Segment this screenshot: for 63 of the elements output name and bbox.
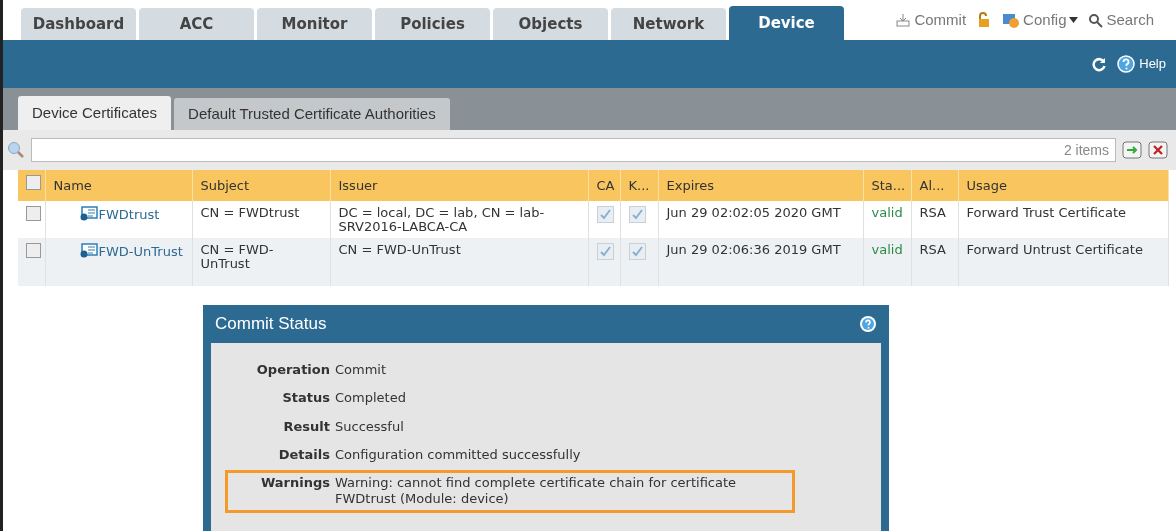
table-cell: RSA bbox=[911, 238, 958, 287]
nav-tab[interactable]: Device bbox=[729, 6, 844, 40]
column-header[interactable]: CA bbox=[588, 170, 620, 201]
column-header[interactable]: Issuer bbox=[330, 170, 588, 201]
column-header[interactable]: Name bbox=[45, 170, 192, 201]
item-count: 2 items bbox=[1063, 140, 1109, 160]
certificate-link[interactable]: FWDtrust bbox=[98, 207, 160, 222]
table-cell: valid bbox=[863, 238, 911, 287]
field-value: Completed bbox=[335, 390, 406, 407]
row-checkbox[interactable] bbox=[26, 243, 41, 259]
field-value: Configuration committed successfully bbox=[335, 446, 581, 463]
certificate-icon bbox=[79, 206, 98, 222]
field-value: Warning: cannot find complete certificate chain for certificate FWDtrust (Module: device) bbox=[335, 475, 738, 508]
table-cell: CN = FWD-UnTrust bbox=[192, 238, 330, 287]
nav-tab[interactable]: Dashboard bbox=[21, 8, 136, 40]
nav-tab[interactable]: Objects bbox=[493, 8, 608, 40]
clear-filter-button[interactable] bbox=[1148, 141, 1168, 159]
table-cell: valid bbox=[863, 201, 911, 239]
field-label: Warnings bbox=[259, 475, 330, 492]
search-link[interactable]: Search bbox=[1088, 8, 1154, 32]
apply-filter-button[interactable] bbox=[1122, 141, 1142, 159]
commit-link[interactable]: Commit bbox=[895, 8, 967, 32]
download-icon bbox=[895, 12, 912, 28]
column-header[interactable]: Usage bbox=[958, 170, 1168, 201]
select-all-checkbox[interactable] bbox=[26, 175, 41, 191]
magnifier-icon bbox=[7, 141, 25, 159]
column-header[interactable]: Subject bbox=[192, 170, 330, 201]
help-icon bbox=[1117, 55, 1136, 73]
nav-tab[interactable]: Monitor bbox=[257, 8, 372, 40]
table-cell: RSA bbox=[911, 201, 958, 239]
table-cell: DC = local, DC = lab, CN = lab-SRV2016-LABCA-CA bbox=[330, 201, 588, 239]
table-cell: CN = FWD-UnTrust bbox=[330, 238, 588, 287]
row-checkbox[interactable] bbox=[26, 206, 41, 221]
field-value: Successful bbox=[335, 418, 404, 435]
field-label: Result bbox=[282, 418, 330, 435]
nav-tab[interactable]: ACC bbox=[139, 8, 254, 40]
field-label: Status bbox=[281, 390, 330, 407]
refresh-icon[interactable] bbox=[1091, 56, 1108, 72]
sub-tab[interactable]: Device Certificates bbox=[18, 96, 172, 130]
field-label: Operation bbox=[255, 362, 330, 379]
column-header[interactable]: Sta... bbox=[863, 170, 911, 201]
column-header[interactable]: Expires bbox=[658, 170, 863, 201]
search-icon bbox=[1088, 12, 1104, 28]
nav-tab[interactable]: Network bbox=[611, 8, 726, 40]
certificate-icon bbox=[79, 243, 98, 260]
config-menu[interactable]: Config bbox=[1002, 8, 1079, 32]
field-value: Commit bbox=[335, 362, 387, 379]
filter-field[interactable]: 2 items bbox=[31, 138, 1116, 162]
table-cell: Forward Untrust Certificate bbox=[958, 238, 1168, 287]
nav-tab[interactable]: Policies bbox=[375, 8, 490, 40]
table-cell: Forward Trust Certificate bbox=[958, 201, 1168, 239]
table-cell: Jun 29 02:06:36 2019 GMT bbox=[658, 238, 863, 287]
table-cell: CN = FWDtrust bbox=[192, 201, 330, 239]
dialog-title: Commit Status bbox=[215, 313, 327, 336]
table-cell: Jun 29 02:02:05 2020 GMT bbox=[658, 201, 863, 239]
sub-tab[interactable]: Default Trusted Certificate Authorities bbox=[174, 98, 450, 130]
column-header[interactable]: K... bbox=[620, 170, 658, 201]
help-icon[interactable] bbox=[859, 315, 877, 333]
certificate-link[interactable]: FWD-UnTrust bbox=[98, 244, 183, 260]
field-label: Details bbox=[277, 446, 330, 463]
help-button[interactable]: Help bbox=[1117, 54, 1166, 74]
column-header[interactable]: Al... bbox=[911, 170, 958, 201]
caret-icon bbox=[1069, 17, 1079, 23]
